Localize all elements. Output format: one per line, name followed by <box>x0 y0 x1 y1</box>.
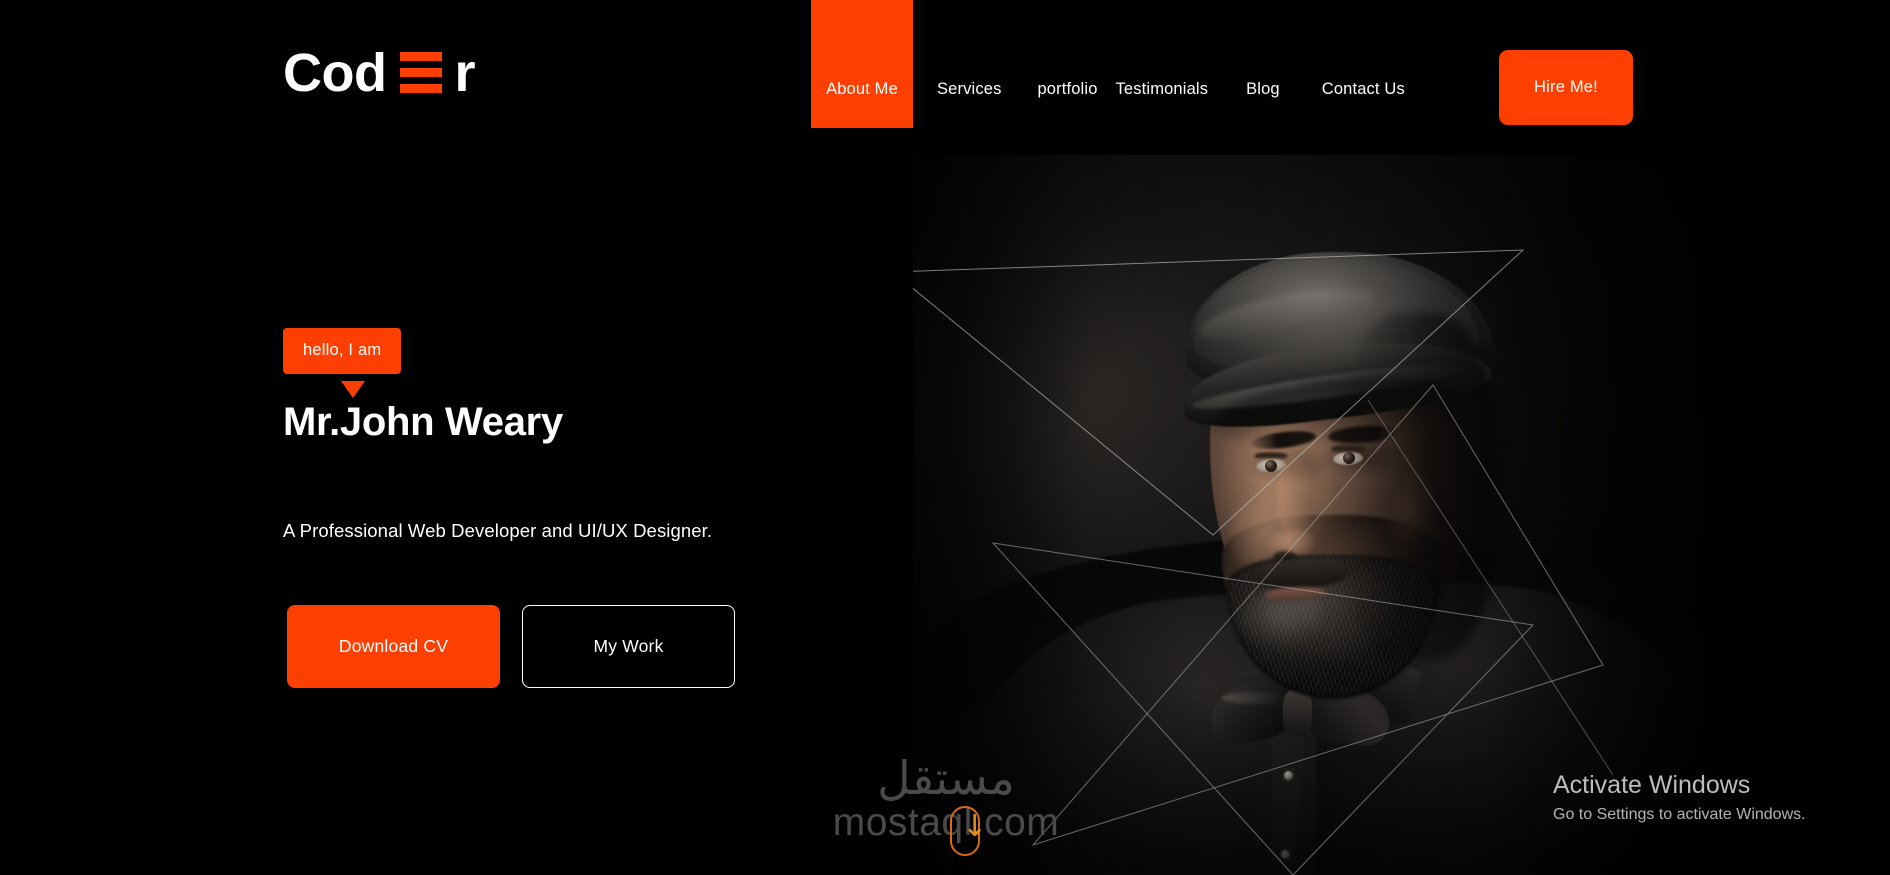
hero-action-buttons: Download CV My Work <box>287 605 735 688</box>
my-work-button[interactable]: My Work <box>522 605 735 688</box>
e-bar-bottom <box>400 83 443 93</box>
site-logo[interactable]: Cod r <box>283 46 475 100</box>
hello-badge: hello, I am <box>283 328 402 374</box>
hero-text-column: hello, I am Mr.John Weary A Professional… <box>0 0 900 875</box>
logo-text-first: Cod <box>283 43 387 103</box>
nav-item-contact-us[interactable]: Contact Us <box>1322 80 1405 128</box>
nav-item-portfolio[interactable]: portfolio <box>1037 80 1097 128</box>
site-header: Cod r About Me Services portfolio Testim… <box>0 0 1890 130</box>
e-bar-middle <box>400 67 443 77</box>
logo-text-last: r <box>454 43 475 103</box>
nav-item-testimonials[interactable]: Testimonials <box>1116 80 1209 128</box>
hero-portrait-panel <box>913 155 1727 875</box>
hero-name-heading: Mr.John Weary <box>283 400 563 444</box>
page-root: Cod r About Me Services portfolio Testim… <box>0 0 1890 875</box>
hello-badge-tail <box>341 381 365 398</box>
nav-item-about-me[interactable]: About Me <box>811 80 913 128</box>
portrait-image <box>913 155 1727 875</box>
nav-item-blog[interactable]: Blog <box>1246 80 1280 128</box>
main-navigation: About Me Services portfolio Testimonials… <box>811 0 1405 128</box>
download-cv-button[interactable]: Download CV <box>287 605 500 688</box>
hero-subtitle: A Professional Web Developer and UI/UX D… <box>283 520 713 541</box>
portrait-vignette <box>913 155 1727 875</box>
e-bar-top <box>400 51 443 61</box>
hire-me-button[interactable]: Hire Me! <box>1499 50 1633 125</box>
nav-item-services[interactable]: Services <box>937 80 1001 128</box>
e-bars-icon <box>400 51 443 95</box>
